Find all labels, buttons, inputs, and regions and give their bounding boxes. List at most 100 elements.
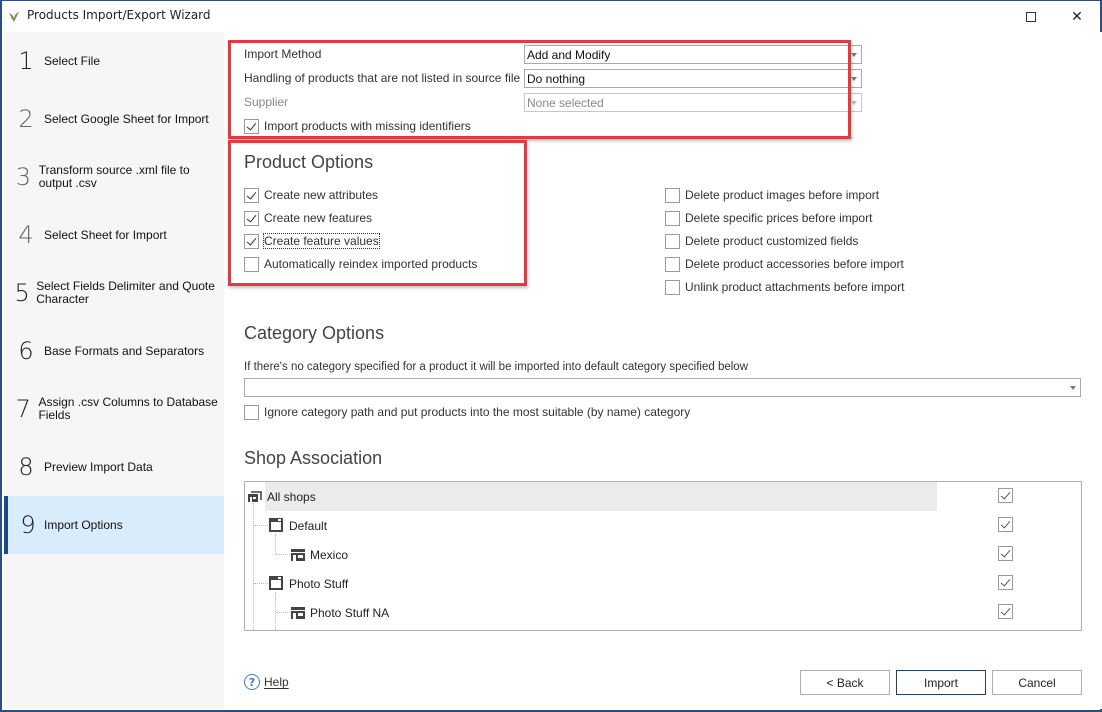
checkbox-label: Create feature values [263, 233, 380, 249]
tree-item-mexico[interactable]: Mexico [245, 540, 1081, 569]
default-category-select[interactable] [244, 378, 1081, 397]
step-number: 1 [18, 47, 34, 75]
step-label: Transform source .xml file to output .cs… [38, 163, 190, 190]
checkbox-box[interactable] [665, 256, 680, 272]
cancel-button[interactable]: Cancel [992, 670, 1082, 695]
step-base-formats[interactable]: 6 Base Formats and Separators [4, 322, 224, 380]
checkbox-box[interactable] [665, 187, 680, 203]
help-label: Help [264, 675, 289, 689]
step-number: 3 [15, 163, 31, 191]
tree-item-checkbox[interactable] [998, 575, 1013, 590]
checkbox-box[interactable] [665, 233, 680, 249]
checkbox-label: Unlink product attachments before import [685, 280, 905, 294]
import-button[interactable]: Import [896, 670, 986, 695]
import-method-value: Add and Modify [527, 48, 611, 62]
tree-item-label: Photo Stuff [289, 577, 349, 591]
delete-customized-fields-checkbox[interactable]: Delete product customized fields [665, 233, 858, 249]
help-link[interactable]: ? Help [244, 674, 289, 690]
create-new-attributes-checkbox[interactable]: Create new attributes [244, 187, 378, 203]
unlink-attachments-checkbox[interactable]: Unlink product attachments before import [665, 279, 904, 295]
import-missing-identifiers-checkbox[interactable]: Import products with missing identifiers [244, 118, 471, 134]
step-number: 6 [18, 337, 34, 365]
tree-item-checkbox[interactable] [998, 546, 1013, 561]
handling-value: Do nothing [527, 72, 586, 86]
step-label: Select Fields Delimiter and Quote Charac… [36, 279, 215, 306]
step-label: Import Options [44, 517, 123, 532]
tree-item-label: Mexico [310, 548, 349, 562]
checkbox-label: Import products with missing identifiers [264, 119, 471, 133]
window-title: Products Import/Export Wizard [27, 8, 211, 22]
tree-item-default[interactable]: Default [245, 511, 1081, 540]
step-number: 8 [18, 453, 34, 481]
close-icon: ✕ [1071, 8, 1083, 25]
category-description: If there's no category specified for a p… [244, 361, 748, 373]
chevron-down-icon [851, 77, 857, 81]
checkbox-box[interactable] [244, 118, 259, 134]
tree-item-label: Default [289, 519, 328, 533]
category-options-title: Category Options [244, 323, 385, 343]
create-new-features-checkbox[interactable]: Create new features [244, 210, 372, 226]
tree-item-label: All shops [267, 490, 316, 504]
checkbox-label: Create new attributes [264, 188, 379, 202]
tree-item-all-shops[interactable]: All shops [245, 482, 1081, 511]
tree-item-checkbox[interactable] [998, 488, 1013, 503]
checkbox-box[interactable] [244, 233, 259, 249]
maximize-button[interactable] [1008, 1, 1054, 32]
checkbox-label: Delete specific prices before import [685, 211, 873, 225]
delete-product-images-checkbox[interactable]: Delete product images before import [665, 187, 879, 203]
shop-window-icon [269, 518, 283, 532]
step-select-sheet[interactable]: 4 Select Sheet for Import [4, 206, 224, 264]
checkbox-box[interactable] [244, 256, 259, 272]
auto-reindex-checkbox[interactable]: Automatically reindex imported products [244, 256, 477, 272]
checkbox-label: Delete product images before import [685, 188, 880, 202]
step-number: 7 [15, 395, 31, 423]
checkbox-box[interactable] [244, 404, 259, 420]
help-icon: ? [244, 674, 260, 690]
delete-specific-prices-checkbox[interactable]: Delete specific prices before import [665, 210, 872, 226]
checkbox-box[interactable] [665, 210, 680, 226]
app-logo-icon [9, 12, 19, 22]
tree-item-checkbox[interactable] [998, 604, 1013, 619]
store-icon [291, 607, 305, 619]
close-button[interactable]: ✕ [1054, 1, 1100, 32]
step-fields-delimiter[interactable]: 5 Select Fields Delimiter and Quote Char… [4, 264, 224, 322]
create-feature-values-checkbox[interactable]: Create feature values [244, 233, 380, 249]
import-method-label: Import Method [244, 47, 322, 61]
supplier-select: None selected [524, 93, 862, 112]
delete-accessories-checkbox[interactable]: Delete product accessories before import [665, 256, 904, 272]
ignore-category-path-checkbox[interactable]: Ignore category path and put products in… [244, 404, 690, 420]
step-label: Select Google Sheet for Import [44, 111, 209, 126]
checkbox-box[interactable] [665, 279, 680, 295]
step-transform-xml[interactable]: 3 Transform source .xml file to output .… [4, 148, 224, 206]
chevron-down-icon [851, 53, 857, 57]
checkbox-box[interactable] [244, 187, 259, 203]
import-options-panel: Import Method Add and Modify Handling of… [224, 32, 1102, 709]
step-preview-import-data[interactable]: 8 Preview Import Data [4, 438, 224, 496]
checkbox-label: Ignore category path and put products in… [264, 405, 691, 419]
step-label: Select File [44, 53, 101, 68]
shop-association-title: Shop Association [244, 448, 383, 468]
checkbox-label: Delete product customized fields [685, 234, 859, 248]
shop-group-icon [248, 491, 262, 502]
checkbox-label: Automatically reindex imported products [264, 257, 478, 271]
step-label: Preview Import Data [44, 459, 153, 474]
step-number: 2 [18, 105, 34, 133]
import-method-select[interactable]: Add and Modify [524, 45, 862, 64]
step-assign-columns[interactable]: 7 Assign .csv Columns to Database Fields [4, 380, 224, 438]
handling-select[interactable]: Do nothing [524, 69, 862, 88]
step-number: 9 [20, 511, 36, 539]
checkbox-box[interactable] [244, 210, 259, 226]
step-import-options[interactable]: 9 Import Options [4, 496, 224, 554]
shop-window-icon [269, 576, 283, 590]
tree-item-checkbox[interactable] [998, 517, 1013, 532]
tree-item-photo-stuff-na[interactable]: Photo Stuff NA [245, 598, 1081, 627]
step-select-file[interactable]: 1 Select File [4, 32, 224, 90]
tree-item-photo-stuff[interactable]: Photo Stuff [245, 569, 1081, 598]
shop-association-tree: All shops Default Mexico Photo Stuff Pho… [244, 481, 1082, 631]
selection-highlight [265, 482, 937, 511]
step-select-google-sheet[interactable]: 2 Select Google Sheet for Import [4, 90, 224, 148]
step-number: 5 [14, 279, 30, 307]
back-button[interactable]: < Back [800, 670, 890, 695]
supplier-value: None selected [527, 96, 604, 110]
tree-item-label: Photo Stuff NA [310, 606, 390, 620]
